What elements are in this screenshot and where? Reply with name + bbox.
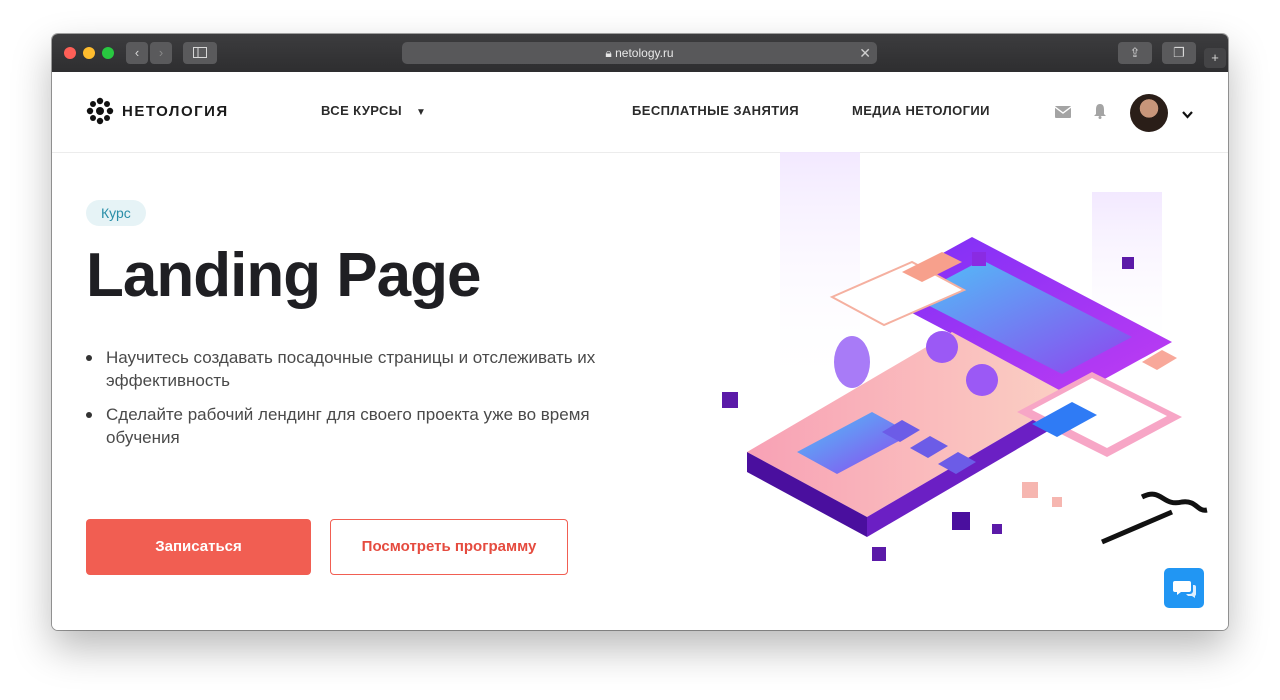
minimize-window-button[interactable] <box>83 47 95 59</box>
browser-toolbar: ‹ › 🔒︎ netology.ru ✕ ⇪ ❐ + <box>52 34 1228 73</box>
maximize-window-button[interactable] <box>102 47 114 59</box>
nav-free-lessons[interactable]: БЕСПЛАТНЫЕ ЗАНЯТИЯ <box>632 103 799 118</box>
benefits-list: Научитесь создавать посадочные страницы … <box>86 346 626 460</box>
sidebar-icon[interactable] <box>183 42 217 64</box>
list-item: Научитесь создавать посадочные страницы … <box>86 346 626 392</box>
close-window-button[interactable] <box>64 47 76 59</box>
chat-button[interactable] <box>1164 568 1204 608</box>
chevron-down-icon[interactable] <box>1182 106 1193 124</box>
nav-all-courses[interactable]: ВСЕ КУРСЫ ▼ <box>321 103 426 118</box>
list-item: Сделайте рабочий лендинг для своего прое… <box>86 403 626 449</box>
address-url: netology.ru <box>615 46 674 60</box>
lock-icon: 🔒︎ <box>605 46 612 60</box>
view-program-button[interactable]: Посмотреть программу <box>330 519 568 575</box>
nav-all-courses-label: ВСЕ КУРСЫ <box>321 103 402 118</box>
hero-illustration <box>722 152 1208 561</box>
chat-icon <box>1173 581 1197 598</box>
clear-address-icon[interactable]: ✕ <box>859 42 871 64</box>
course-badge: Курс <box>86 200 146 226</box>
nav-media[interactable]: МЕДИА НЕТОЛОГИИ <box>852 103 990 118</box>
page-content: НЕТОЛОГИЯ ВСЕ КУРСЫ ▼ БЕСПЛАТНЫЕ ЗАНЯТИЯ… <box>52 72 1228 630</box>
avatar[interactable] <box>1130 94 1168 132</box>
forward-arrow-icon[interactable]: › <box>150 42 172 64</box>
mail-icon[interactable] <box>1054 105 1072 123</box>
share-icon[interactable]: ⇪ <box>1118 42 1152 64</box>
page-title: Landing Page <box>86 241 481 310</box>
site-header: НЕТОЛОГИЯ ВСЕ КУРСЫ ▼ БЕСПЛАТНЫЕ ЗАНЯТИЯ… <box>52 72 1228 153</box>
browser-window: ‹ › 🔒︎ netology.ru ✕ ⇪ ❐ + НЕТОЛОГИЯ ВСЕ… <box>52 34 1228 630</box>
bell-icon[interactable] <box>1093 103 1107 124</box>
enroll-button[interactable]: Записаться <box>86 519 311 575</box>
tabs-icon[interactable]: ❐ <box>1162 42 1196 64</box>
address-bar[interactable]: 🔒︎ netology.ru ✕ <box>402 42 877 64</box>
back-arrow-icon[interactable]: ‹ <box>126 42 148 64</box>
plus-icon[interactable]: + <box>1204 48 1226 68</box>
site-logo[interactable]: НЕТОЛОГИЯ <box>86 97 229 125</box>
dropdown-arrow-icon: ▼ <box>416 107 427 118</box>
logo-icon <box>86 97 114 125</box>
logo-text: НЕТОЛОГИЯ <box>122 102 229 120</box>
